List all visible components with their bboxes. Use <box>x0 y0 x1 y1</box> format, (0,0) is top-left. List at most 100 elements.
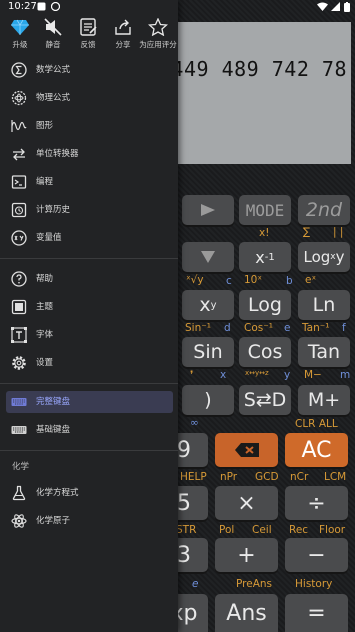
signal-icon <box>331 2 340 11</box>
ac-button[interactable]: AC <box>285 433 348 467</box>
menu-item-math-formulas[interactable]: 数学公式 <box>6 59 173 81</box>
unit-converter-icon <box>13 148 25 161</box>
x-power-minus-one-button[interactable]: x -1 <box>239 242 291 272</box>
play-icon <box>201 204 215 216</box>
menu-item-unit-converter[interactable]: 单位转换器 <box>6 143 173 165</box>
menu-item-settings[interactable]: 设置 <box>6 352 173 374</box>
label-ncr: nCr <box>290 471 309 483</box>
notification-icon <box>37 2 46 11</box>
help-icon <box>11 271 27 287</box>
label-y: y <box>284 369 291 381</box>
menu-item-physics-formulas[interactable]: 物理公式 <box>6 87 173 109</box>
sin-button[interactable]: Sin <box>182 337 234 367</box>
menu-item-label: 帮助 <box>36 274 54 284</box>
label-pol: Pol <box>219 524 235 536</box>
label-ten-x: 10ˣ <box>244 274 263 286</box>
multiply-button[interactable]: × <box>215 486 278 520</box>
battery-icon <box>344 2 350 12</box>
rate-app-button[interactable]: 为应用评分 <box>139 16 177 50</box>
menu-item-chemical-atoms[interactable]: 化学原子 <box>6 510 173 532</box>
label-m: m <box>340 369 351 381</box>
ln-button[interactable]: Ln <box>298 290 350 320</box>
sigma-icon <box>11 62 27 78</box>
feedback-button[interactable]: 反馈 <box>71 16 105 50</box>
label-infinity: ∞ <box>190 417 199 429</box>
label-m-minus: M− <box>304 369 322 381</box>
menu-item-font[interactable]: 字体 <box>6 324 173 346</box>
label-e: e <box>284 322 291 334</box>
rate-app-label: 为应用评分 <box>139 40 177 49</box>
label-lcm: LCM <box>324 471 347 483</box>
label-xyz: x↔y↔z <box>245 369 269 377</box>
logxy-button[interactable]: Log x y <box>298 242 350 272</box>
calculator-display: .449 489 742 78 <box>170 22 351 164</box>
down-button[interactable] <box>182 242 234 272</box>
display-value: .449 489 742 78 <box>170 57 347 81</box>
label-sigma: ∑ <box>303 226 311 238</box>
second-button[interactable]: 2nd <box>298 195 350 225</box>
menu-item-chemical-equations[interactable]: 化学方程式 <box>6 482 173 504</box>
menu-item-full-keyboard[interactable]: 完整键盘 <box>6 391 173 413</box>
label-preans: PreAns <box>236 578 273 590</box>
menu-item-label: 编程 <box>36 177 54 187</box>
font-icon <box>11 327 27 343</box>
divider <box>0 450 178 451</box>
menu-item-label: 化学方程式 <box>36 488 79 498</box>
label-clr-all: CLR ALL <box>295 418 338 430</box>
menu-item-label: 主题 <box>36 302 54 312</box>
divide-button[interactable]: ÷ <box>285 486 348 520</box>
label-f: f <box>342 322 346 334</box>
backspace-button[interactable] <box>215 433 278 467</box>
menu-item-programming[interactable]: 编程 <box>6 171 173 193</box>
minus-button[interactable]: − <box>285 538 348 572</box>
tan-button[interactable]: Tan <box>298 337 350 367</box>
label-tan-inverse: Tan⁻¹ <box>302 322 330 334</box>
x-power-y-button[interactable]: xy <box>182 290 234 320</box>
label-comma: ❜ <box>190 369 194 381</box>
menu-item-history[interactable]: 计算历史 <box>6 199 173 221</box>
wifi-icon <box>317 2 328 11</box>
ans-button[interactable]: Ans <box>215 594 278 632</box>
label-rec: Rec <box>289 524 309 536</box>
feedback-icon <box>80 18 97 36</box>
diamond-icon <box>11 19 29 35</box>
status-time: 10:27 <box>8 1 37 12</box>
menu-item-label: 数学公式 <box>36 65 71 75</box>
label-ceil: Ceil <box>252 524 272 536</box>
label-help: HELP <box>180 471 207 483</box>
menu-item-label: 设置 <box>36 358 54 368</box>
mute-button[interactable]: 静音 <box>36 16 70 50</box>
menu-item-help[interactable]: 帮助 <box>6 268 173 290</box>
variable-icon <box>11 230 27 246</box>
menu-item-label: 变量值 <box>36 233 62 243</box>
label-d: d <box>224 322 231 334</box>
share-button[interactable]: 分享 <box>106 16 140 50</box>
equals-button[interactable]: = <box>285 594 348 632</box>
m-plus-button[interactable]: M+ <box>298 385 350 415</box>
label-history: History <box>295 578 333 590</box>
atom-gear-icon <box>11 90 27 106</box>
log-button[interactable]: Log <box>239 290 291 320</box>
plus-button[interactable]: + <box>215 538 278 572</box>
basic-keyboard-icon <box>11 426 27 434</box>
menu-item-graph[interactable]: 图形 <box>6 115 173 137</box>
play-button[interactable] <box>182 195 234 225</box>
graph-wave-icon <box>11 120 27 132</box>
down-arrow-icon <box>201 251 215 263</box>
menu-item-theme[interactable]: 主题 <box>6 296 173 318</box>
close-paren-button[interactable]: ) <box>182 385 234 415</box>
s-to-d-button[interactable]: S⇄D <box>239 385 291 415</box>
cos-button[interactable]: Cos <box>239 337 291 367</box>
menu-item-basic-keyboard[interactable]: 基础键盘 <box>6 419 173 441</box>
star-icon <box>148 18 168 36</box>
full-keyboard-icon <box>11 398 27 406</box>
menu-item-label: 物理公式 <box>36 93 71 103</box>
label-e-x: eˣ <box>305 274 317 286</box>
menu-item-variables[interactable]: 变量值 <box>6 227 173 249</box>
divider <box>0 383 178 384</box>
terminal-icon <box>11 175 27 189</box>
chemistry-section-title: 化学 <box>12 462 30 472</box>
mode-button[interactable]: MODE <box>239 195 291 225</box>
mute-icon <box>44 18 62 36</box>
label-sin-inverse: Sin⁻¹ <box>185 322 211 334</box>
